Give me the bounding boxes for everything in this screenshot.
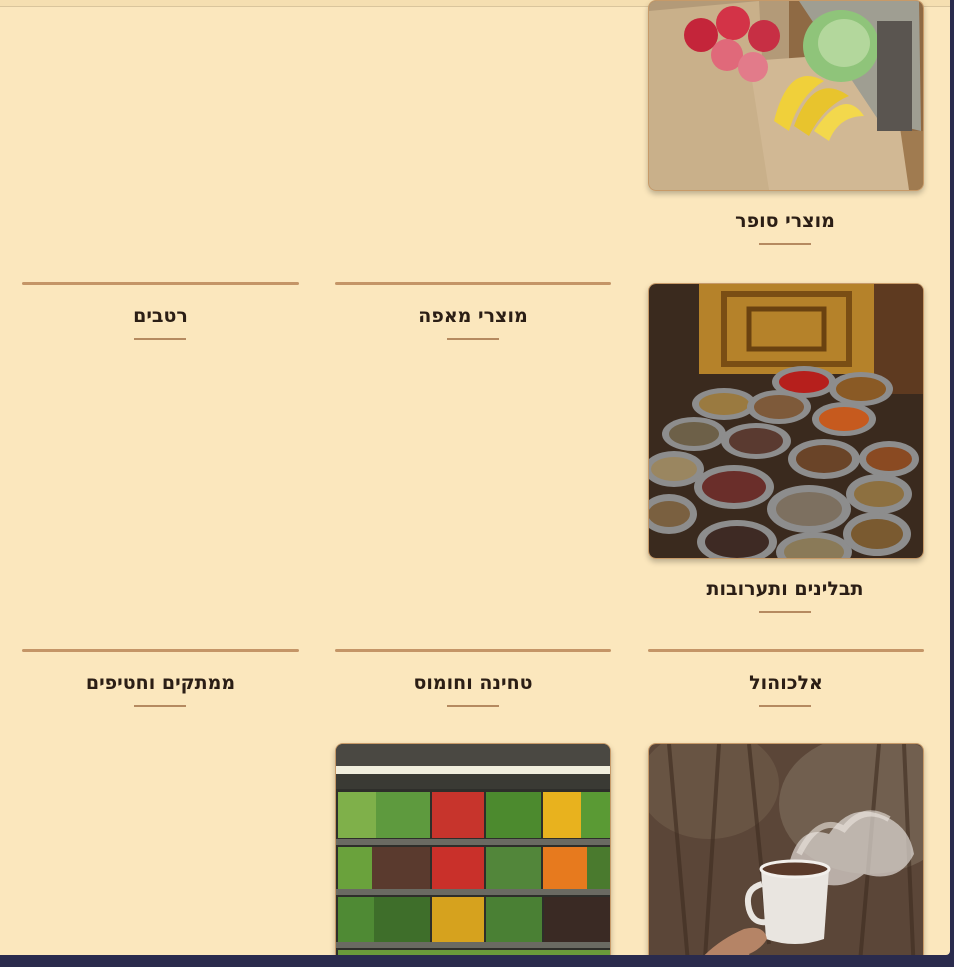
card-top-line (648, 649, 924, 652)
category-image-super-products[interactable] (648, 0, 924, 191)
category-image-alcohol[interactable] (648, 743, 924, 955)
card-top-line (22, 282, 299, 285)
card-top-line (22, 649, 299, 652)
category-title-underline (759, 611, 811, 613)
category-image-spices[interactable] (648, 283, 924, 559)
category-title-super-products[interactable]: מוצרי סופר (648, 210, 922, 232)
category-title-underline (447, 338, 499, 340)
category-title-tahini-hummus[interactable]: טחינה וחומוס (335, 672, 611, 694)
category-title-underline (759, 243, 811, 245)
category-title-alcohol[interactable]: אלכוהול (648, 672, 924, 694)
category-image-tahini-hummus[interactable] (335, 743, 611, 955)
category-title-underline (134, 338, 186, 340)
category-title-underline (134, 705, 186, 707)
card-top-line (335, 282, 611, 285)
category-title-sweets-snacks[interactable]: ממתקים וחטיפים (22, 672, 299, 694)
category-title-underline (447, 705, 499, 707)
category-title-underline (759, 705, 811, 707)
category-title-sauces[interactable]: רטבים (22, 305, 299, 327)
card-top-line (335, 649, 611, 652)
category-title-spices[interactable]: תבלינים ותערובות (648, 578, 922, 600)
category-title-bakery[interactable]: מוצרי מאפה (335, 305, 611, 327)
category-grid: מוצרי סופר תבלינים ותערובות מוצרי מאפה ר… (0, 0, 950, 955)
